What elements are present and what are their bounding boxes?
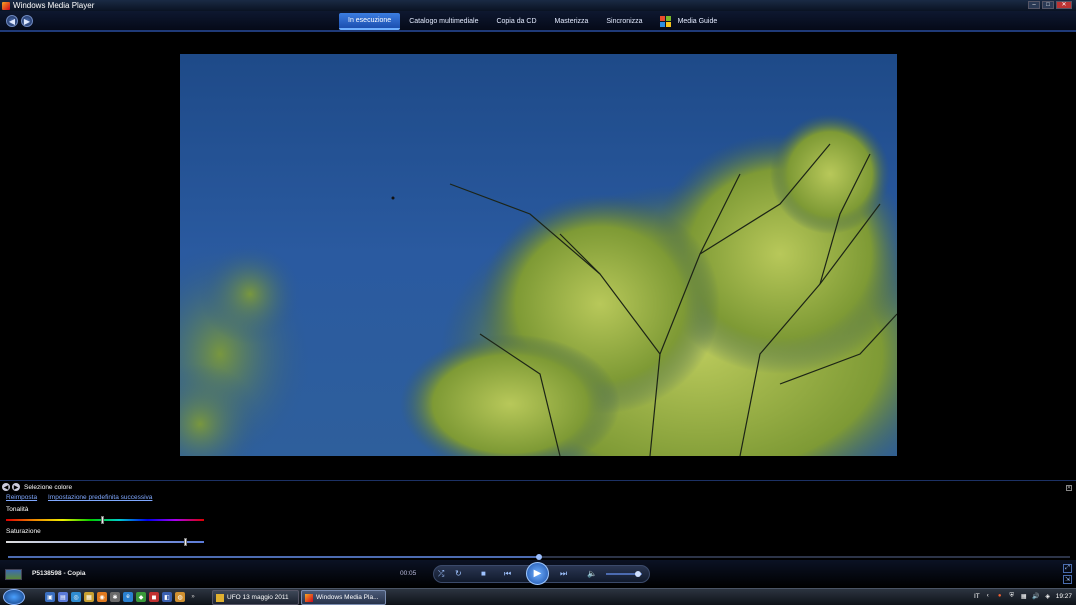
antivirus-icon[interactable]: ● (996, 592, 1004, 600)
saturation-slider[interactable] (6, 538, 204, 546)
tab-rip[interactable]: Copia da CD (487, 13, 545, 30)
enhancement-nav: ◀ ▶ (2, 483, 20, 491)
skin-mode-icon[interactable]: ⇲ (1063, 575, 1072, 584)
tab-burn[interactable]: Masterizza (546, 13, 598, 30)
forward-arrow-icon[interactable]: ▶ (21, 15, 33, 27)
next-preset-link[interactable]: Impostazione predefinita successiva (48, 494, 152, 501)
tab-now-playing[interactable]: In esecuzione (339, 13, 401, 30)
media-thumbnail (5, 569, 22, 580)
speaker-icon[interactable]: 🔊 (1032, 592, 1040, 600)
navigation-bar: ◀ ▶ In esecuzione Catalogo multimediale … (0, 11, 1076, 32)
video-display[interactable] (180, 54, 897, 456)
folder-quick-icon[interactable]: ▦ (84, 592, 94, 602)
taskbar-item-label: UFO 13 maggio 2011 (227, 594, 289, 601)
next-icon[interactable]: ⏭ (560, 569, 567, 579)
minimize-button[interactable]: – (1028, 1, 1040, 9)
taskbar-item-wmp[interactable]: Windows Media Pla... (301, 590, 386, 605)
hue-slider[interactable] (6, 516, 204, 524)
player-controls: P5138598 - Copia 00:05 ⤮ ↻ ■ ⏮ ▶ ⏭ 🔈 ⤢ ⇲ (0, 560, 1076, 588)
next-enhancement-icon[interactable]: ▶ (12, 483, 20, 491)
close-button[interactable]: ✕ (1056, 1, 1072, 9)
show-hidden-icons-icon[interactable]: ‹ (984, 592, 992, 600)
app-green-icon[interactable]: ◆ (136, 592, 146, 602)
fullscreen-icon[interactable]: ⤢ (1063, 564, 1072, 573)
tool-icon[interactable]: ✱ (110, 592, 120, 602)
taskbar-item-label: Windows Media Pla... (316, 594, 379, 601)
window-title: Windows Media Player (13, 1, 95, 10)
app-orange-icon[interactable]: ◍ (175, 592, 185, 602)
enhancements-pane: ◀ ▶ Selezione colore ✕ Reimposta Imposta… (0, 480, 1076, 553)
close-enhancements-icon[interactable]: ✕ (1066, 485, 1072, 491)
previous-enhancement-icon[interactable]: ◀ (2, 483, 10, 491)
hue-slider-thumb[interactable] (101, 516, 105, 524)
hue-label: Tonalità (6, 506, 29, 513)
previous-icon[interactable]: ⏮ (504, 569, 511, 579)
maximize-button[interactable]: □ (1042, 1, 1054, 9)
elapsed-time: 00:05 (400, 570, 417, 577)
stop-icon[interactable]: ■ (481, 569, 486, 578)
more-icons-chevron-icon[interactable]: » (188, 592, 198, 602)
enhancement-title: Selezione colore (24, 484, 73, 491)
clock[interactable]: 19:27 (1056, 593, 1072, 600)
firefox-icon[interactable]: ◉ (97, 592, 107, 602)
quick-launch: ▣ ▤ ◎ ▦ ◉ ✱ e ◆ ◼ ◧ ◍ » (45, 592, 198, 602)
tab-library[interactable]: Catalogo multimediale (400, 13, 487, 30)
view-mode-buttons: ⤢ ⇲ (1063, 564, 1072, 584)
title-bar: Windows Media Player – □ ✕ (0, 0, 1076, 11)
repeat-icon[interactable]: ↻ (455, 569, 462, 578)
taskbar-item-folder[interactable]: UFO 13 maggio 2011 (212, 590, 299, 605)
network-icon[interactable]: ◎ (71, 592, 81, 602)
media-title: P5138598 - Copia (32, 570, 86, 577)
app-blue-icon[interactable]: ◧ (162, 592, 172, 602)
tab-media-guide[interactable]: Media Guide (676, 13, 727, 30)
switch-windows-icon[interactable]: ▤ (58, 592, 68, 602)
saturation-label: Saturazione (6, 528, 41, 535)
window-controls: – □ ✕ (1028, 1, 1072, 9)
tab-sync[interactable]: Sincronizza (597, 13, 651, 30)
windows-logo-icon (659, 15, 672, 28)
mute-icon[interactable]: 🔈 (587, 569, 597, 578)
tray-app-icon[interactable]: ◈ (1044, 592, 1052, 600)
volume-slider[interactable] (606, 571, 642, 577)
play-button[interactable]: ▶ (526, 562, 549, 585)
reset-link[interactable]: Reimposta (6, 494, 37, 501)
network-tray-icon[interactable]: ▦ (1020, 592, 1028, 600)
language-indicator[interactable]: IT (974, 593, 980, 600)
show-desktop-icon[interactable]: ▣ (45, 592, 55, 602)
taskbar: ▣ ▤ ◎ ▦ ◉ ✱ e ◆ ◼ ◧ ◍ » UFO 13 maggio 20… (0, 588, 1076, 605)
ie-icon[interactable]: e (123, 592, 133, 602)
seek-bar[interactable] (8, 554, 1070, 560)
wmp-icon (305, 593, 313, 602)
system-tray: IT ‹ ● ⛨ ▦ 🔊 ◈ 19:27 (974, 592, 1072, 600)
video-frame-image (180, 114, 897, 456)
shuffle-icon[interactable]: ⤮ (438, 569, 444, 579)
back-arrow-icon[interactable]: ◀ (6, 15, 18, 27)
folder-icon (216, 593, 224, 602)
wmp-app-icon (2, 1, 10, 10)
shield-icon[interactable]: ⛨ (1008, 592, 1016, 600)
tab-strip: In esecuzione Catalogo multimediale Copi… (339, 13, 726, 30)
seek-progress (8, 556, 539, 558)
app-red-icon[interactable]: ◼ (149, 592, 159, 602)
saturation-slider-thumb[interactable] (184, 538, 188, 546)
start-button[interactable] (3, 589, 25, 605)
